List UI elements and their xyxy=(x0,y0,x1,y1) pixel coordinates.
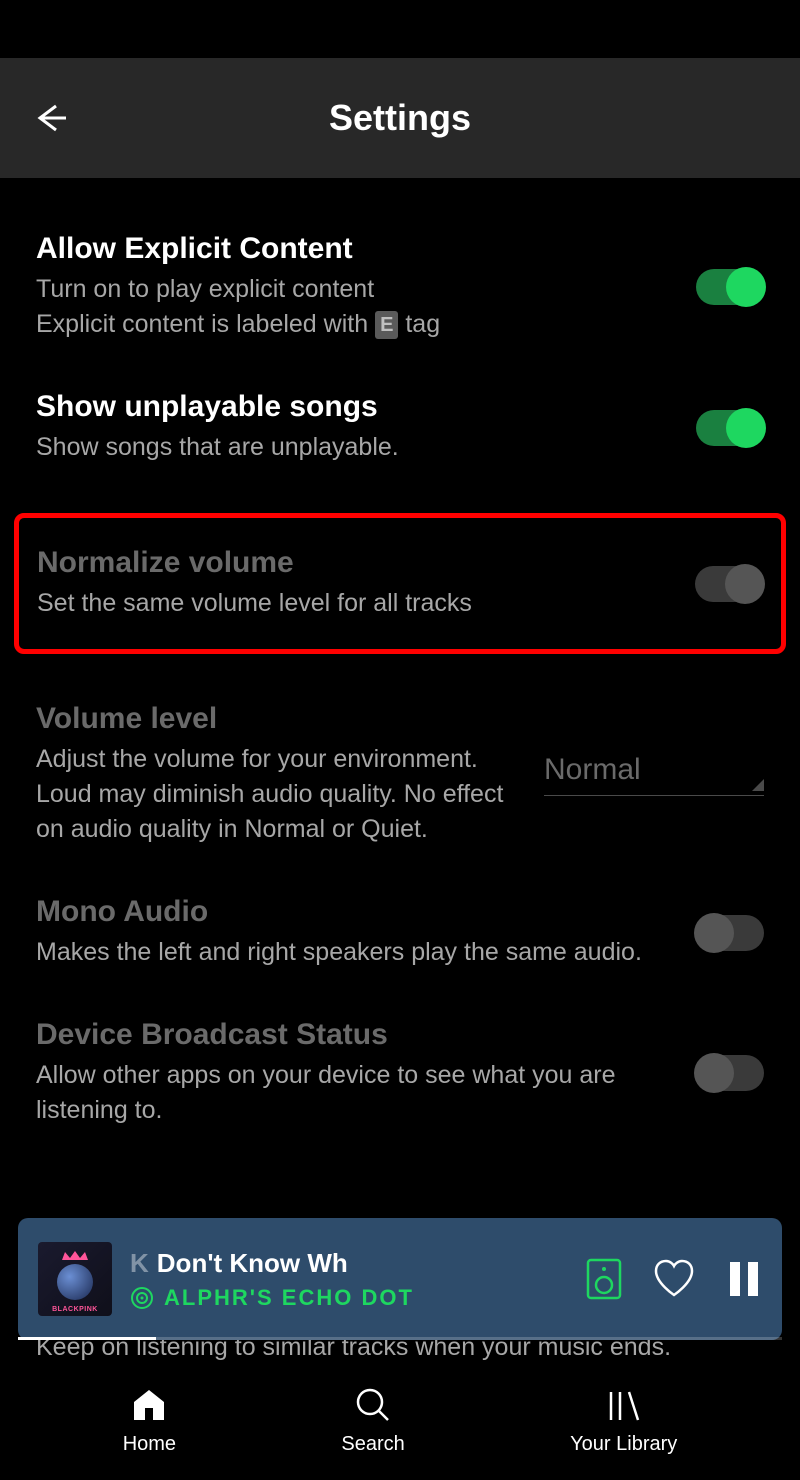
track-title: K Don't Know Wh xyxy=(130,1248,568,1279)
back-arrow-icon xyxy=(28,98,68,138)
volume-level-select[interactable]: Normal xyxy=(544,753,764,796)
select-value-text: Normal xyxy=(544,753,641,786)
setting-text: Normalize volume Set the same volume lev… xyxy=(37,546,675,621)
setting-desc: Makes the left and right speakers play t… xyxy=(36,935,676,970)
search-icon xyxy=(353,1385,393,1425)
progress-fill xyxy=(18,1337,156,1340)
broadcast-toggle[interactable] xyxy=(696,1055,764,1091)
setting-title: Mono Audio xyxy=(36,895,676,929)
toggle-knob xyxy=(694,913,734,953)
desc-line1: Turn on to play explicit content xyxy=(36,275,374,303)
setting-desc: Adjust the volume for your environment. … xyxy=(36,742,524,847)
dropdown-arrow-icon xyxy=(752,779,764,791)
pause-icon[interactable] xyxy=(726,1258,762,1300)
connect-device-icon[interactable] xyxy=(586,1258,622,1300)
setting-text: Show unplayable songs Show songs that ar… xyxy=(36,390,676,465)
setting-allow-explicit: Allow Explicit Content Turn on to play e… xyxy=(36,208,764,366)
desc-prefix: Explicit content is labeled with xyxy=(36,310,375,338)
setting-title: Show unplayable songs xyxy=(36,390,676,424)
desc-suffix: tag xyxy=(398,310,440,338)
cast-icon xyxy=(130,1286,154,1310)
track-info[interactable]: K Don't Know Wh ALPHR'S ECHO DOT xyxy=(130,1248,568,1311)
setting-desc: Turn on to play explicit content Explici… xyxy=(36,272,676,342)
header-bar: Settings xyxy=(0,58,800,178)
setting-title: Allow Explicit Content xyxy=(36,232,676,266)
setting-text: Mono Audio Makes the left and right spea… xyxy=(36,895,676,970)
back-button[interactable] xyxy=(28,98,68,138)
bottom-nav: Home Search Your Library xyxy=(0,1360,800,1480)
globe-icon xyxy=(57,1264,93,1300)
track-title-prefix: K xyxy=(130,1248,149,1278)
nav-library[interactable]: Your Library xyxy=(570,1385,677,1456)
album-label: BLACKPINK xyxy=(38,1306,112,1313)
cast-device-name: ALPHR'S ECHO DOT xyxy=(164,1285,414,1311)
normalize-toggle[interactable] xyxy=(695,566,763,602)
now-playing-controls xyxy=(586,1257,762,1301)
setting-text: Allow Explicit Content Turn on to play e… xyxy=(36,232,676,342)
setting-desc: Allow other apps on your device to see w… xyxy=(36,1058,676,1128)
setting-desc: Set the same volume level for all tracks xyxy=(37,586,675,621)
setting-text: Device Broadcast Status Allow other apps… xyxy=(36,1018,676,1128)
toggle-knob xyxy=(694,1053,734,1093)
nav-label: Your Library xyxy=(570,1433,677,1456)
nav-label: Search xyxy=(341,1433,404,1456)
setting-title: Volume level xyxy=(36,702,524,736)
crown-icon xyxy=(60,1250,90,1262)
now-playing-bar[interactable]: BLACKPINK K Don't Know Wh ALPHR'S ECHO DO… xyxy=(18,1218,782,1340)
toggle-knob xyxy=(726,267,766,307)
nav-home[interactable]: Home xyxy=(123,1385,176,1456)
toggle-knob xyxy=(725,564,765,604)
setting-volume-level: Volume level Adjust the volume for your … xyxy=(36,678,764,871)
library-icon xyxy=(604,1385,644,1425)
setting-desc: Show songs that are unplayable. xyxy=(36,430,676,465)
track-title-text: Don't Know Wh xyxy=(157,1248,348,1278)
setting-title: Device Broadcast Status xyxy=(36,1018,676,1052)
nav-search[interactable]: Search xyxy=(341,1385,404,1456)
explicit-toggle[interactable] xyxy=(696,269,764,305)
home-icon xyxy=(129,1385,169,1425)
setting-normalize-volume-highlighted: Normalize volume Set the same volume lev… xyxy=(14,513,786,654)
settings-list: Allow Explicit Content Turn on to play e… xyxy=(0,178,800,1152)
nav-label: Home xyxy=(123,1433,176,1456)
heart-icon[interactable] xyxy=(652,1257,696,1301)
unplayable-toggle[interactable] xyxy=(696,410,764,446)
progress-bar[interactable] xyxy=(18,1337,782,1340)
setting-mono-audio: Mono Audio Makes the left and right spea… xyxy=(36,871,764,994)
setting-device-broadcast: Device Broadcast Status Allow other apps… xyxy=(36,994,764,1152)
toggle-knob xyxy=(726,408,766,448)
explicit-badge-icon: E xyxy=(375,311,398,339)
setting-text: Volume level Adjust the volume for your … xyxy=(36,702,524,847)
setting-title: Normalize volume xyxy=(37,546,675,580)
album-art[interactable]: BLACKPINK xyxy=(38,1242,112,1316)
mono-toggle[interactable] xyxy=(696,915,764,951)
setting-show-unplayable: Show unplayable songs Show songs that ar… xyxy=(36,366,764,489)
page-title: Settings xyxy=(28,97,772,139)
cast-info: ALPHR'S ECHO DOT xyxy=(130,1285,568,1311)
